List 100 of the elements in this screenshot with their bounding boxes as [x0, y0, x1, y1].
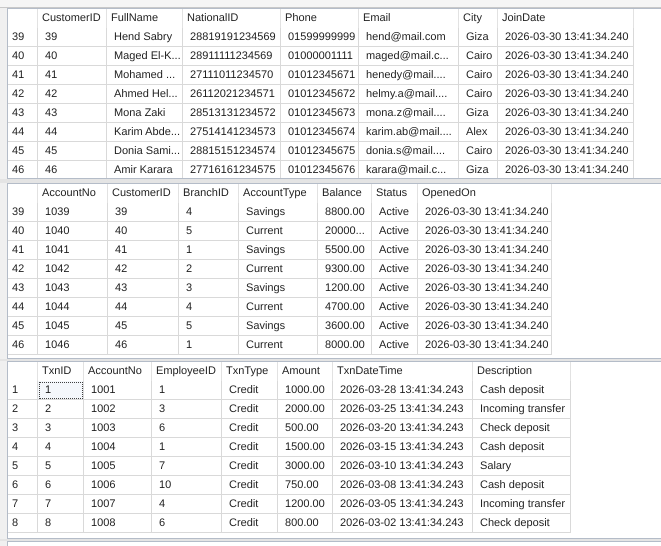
- table-cell[interactable]: 1042: [38, 260, 108, 279]
- table-cell[interactable]: 01012345674: [281, 123, 359, 142]
- row-number[interactable]: 44: [8, 298, 38, 317]
- table-cell[interactable]: 2026-03-28 13:41:34.243: [333, 381, 473, 400]
- table-cell[interactable]: 1000.00: [278, 381, 333, 400]
- table-cell[interactable]: Active: [372, 336, 418, 355]
- table-cell[interactable]: 2026-03-30 13:41:34.240: [418, 336, 552, 355]
- table-cell[interactable]: 2026-03-30 13:41:34.240: [418, 203, 552, 222]
- table-cell[interactable]: 1: [179, 336, 239, 355]
- table-cell[interactable]: Incoming transfer: [473, 400, 571, 419]
- table-cell[interactable]: 43: [38, 104, 107, 123]
- table-cell[interactable]: 3600.00: [318, 317, 372, 336]
- table-cell[interactable]: 2026-03-30 13:41:34.240: [418, 241, 552, 260]
- table-cell[interactable]: Check deposit: [473, 514, 571, 533]
- table-cell[interactable]: 1: [152, 381, 222, 400]
- table-cell[interactable]: maged@mail.c...: [359, 47, 459, 66]
- table-cell[interactable]: 1200.00: [318, 279, 372, 298]
- table-cell[interactable]: 5500.00: [318, 241, 372, 260]
- table-cell[interactable]: 1003: [84, 419, 152, 438]
- table-cell[interactable]: Salary: [473, 457, 571, 476]
- table-cell[interactable]: Current: [239, 260, 318, 279]
- table-cell[interactable]: Cash deposit: [473, 476, 571, 495]
- table-cell[interactable]: 40: [108, 222, 179, 241]
- table-cell[interactable]: 7: [38, 495, 84, 514]
- table-cell[interactable]: 4: [179, 298, 239, 317]
- table-cell[interactable]: 4700.00: [318, 298, 372, 317]
- table-cell[interactable]: Cairo: [459, 85, 498, 104]
- table-cell[interactable]: 2026-03-10 13:41:34.243: [333, 457, 473, 476]
- table-cell[interactable]: 01000001111: [281, 47, 359, 66]
- table-cell[interactable]: Current: [239, 336, 318, 355]
- table-cell[interactable]: Credit: [222, 438, 278, 457]
- table-cell[interactable]: 1006: [84, 476, 152, 495]
- row-number[interactable]: 3: [8, 419, 38, 438]
- table-cell[interactable]: 42: [108, 260, 179, 279]
- table-cell[interactable]: Check deposit: [473, 419, 571, 438]
- table-cell[interactable]: 2026-03-30 13:41:34.240: [418, 260, 552, 279]
- table-cell[interactable]: Active: [372, 222, 418, 241]
- table-cell[interactable]: 6: [152, 514, 222, 533]
- table-cell[interactable]: 43: [108, 279, 179, 298]
- table-cell[interactable]: 1008: [84, 514, 152, 533]
- table-cell[interactable]: 8800.00: [318, 203, 372, 222]
- table-cell[interactable]: 1: [179, 241, 239, 260]
- table-cell[interactable]: 5: [179, 222, 239, 241]
- table-cell[interactable]: 41: [38, 66, 107, 85]
- table-cell[interactable]: 8: [38, 514, 84, 533]
- row-number[interactable]: 39: [8, 28, 38, 47]
- table-cell[interactable]: 3: [38, 419, 84, 438]
- table-cell[interactable]: Giza: [459, 104, 498, 123]
- table-cell[interactable]: hend@mail.com: [359, 28, 459, 47]
- row-number[interactable]: 2: [8, 400, 38, 419]
- table-cell[interactable]: 2026-03-30 13:41:34.240: [418, 298, 552, 317]
- table-cell[interactable]: Hend Sabry: [107, 28, 183, 47]
- table-cell[interactable]: 2026-03-30 13:41:34.240: [418, 317, 552, 336]
- table-cell[interactable]: 6: [152, 419, 222, 438]
- table-cell[interactable]: Savings: [239, 241, 318, 260]
- table-cell[interactable]: 1001: [84, 381, 152, 400]
- row-number[interactable]: 1: [8, 381, 38, 400]
- row-number[interactable]: 6: [8, 476, 38, 495]
- row-number[interactable]: 41: [8, 241, 38, 260]
- table-cell[interactable]: Credit: [222, 419, 278, 438]
- table-cell[interactable]: 3: [179, 279, 239, 298]
- table-cell[interactable]: 4: [152, 495, 222, 514]
- table-cell[interactable]: 1002: [84, 400, 152, 419]
- table-cell[interactable]: Ahmed Hel...: [107, 85, 183, 104]
- table-cell[interactable]: 40: [38, 47, 107, 66]
- table-cell[interactable]: Karim Abde...: [107, 123, 183, 142]
- table-cell[interactable]: 45: [108, 317, 179, 336]
- table-cell[interactable]: 2026-03-30 13:41:34.240: [498, 142, 634, 161]
- table-cell[interactable]: 1046: [38, 336, 108, 355]
- table-cell[interactable]: 41: [108, 241, 179, 260]
- table-cell[interactable]: 7: [152, 457, 222, 476]
- table-cell[interactable]: Alex: [459, 123, 498, 142]
- table-cell[interactable]: Credit: [222, 495, 278, 514]
- table-cell[interactable]: Savings: [239, 317, 318, 336]
- table-cell[interactable]: henedy@mail....: [359, 66, 459, 85]
- table-cell[interactable]: 3000.00: [278, 457, 333, 476]
- table-cell[interactable]: 44: [108, 298, 179, 317]
- table-cell[interactable]: 2026-03-30 13:41:34.240: [498, 47, 634, 66]
- table-cell[interactable]: 28513131234572: [183, 104, 281, 123]
- table-cell[interactable]: Credit: [222, 457, 278, 476]
- table-cell[interactable]: Giza: [459, 28, 498, 47]
- row-number[interactable]: 44: [8, 123, 38, 142]
- table-cell[interactable]: 2026-03-05 13:41:34.243: [333, 495, 473, 514]
- table-cell[interactable]: Active: [372, 203, 418, 222]
- table-cell[interactable]: 2026-03-20 13:41:34.243: [333, 419, 473, 438]
- table-cell[interactable]: 01012345675: [281, 142, 359, 161]
- table-cell[interactable]: 1200.00: [278, 495, 333, 514]
- row-number[interactable]: 42: [8, 85, 38, 104]
- table-cell[interactable]: 45: [38, 142, 107, 161]
- table-cell[interactable]: 2026-03-15 13:41:34.243: [333, 438, 473, 457]
- table-cell[interactable]: 9300.00: [318, 260, 372, 279]
- table-cell[interactable]: 1: [38, 381, 84, 400]
- table-cell[interactable]: 4: [179, 203, 239, 222]
- table-cell[interactable]: 20000...: [318, 222, 372, 241]
- table-cell[interactable]: 8000.00: [318, 336, 372, 355]
- table-cell[interactable]: 01012345673: [281, 104, 359, 123]
- table-cell[interactable]: Cairo: [459, 66, 498, 85]
- table-cell[interactable]: Mohamed ...: [107, 66, 183, 85]
- table-cell[interactable]: 2026-03-30 13:41:34.240: [498, 104, 634, 123]
- table-cell[interactable]: mona.z@mail....: [359, 104, 459, 123]
